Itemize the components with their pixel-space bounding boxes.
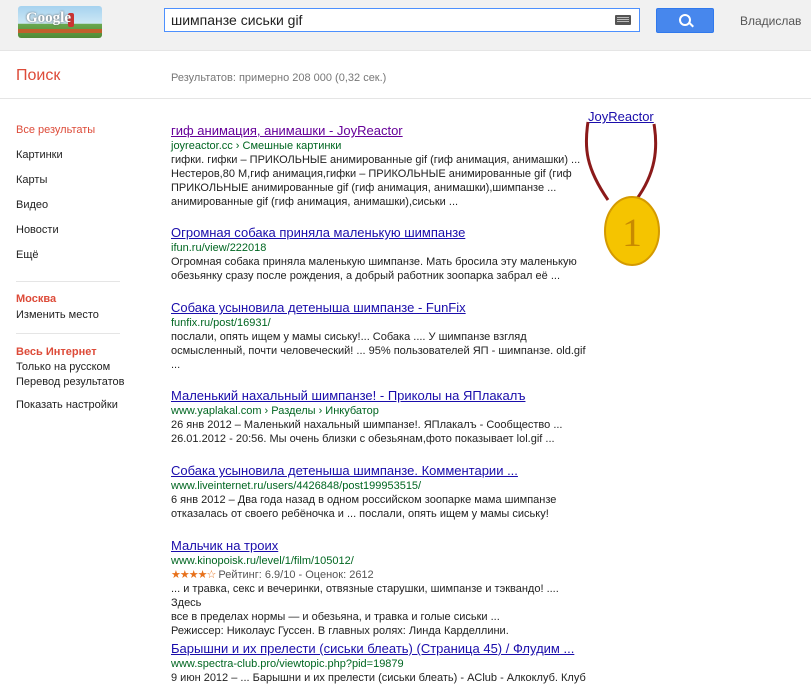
search-icon: [679, 14, 691, 26]
result-url[interactable]: www.liveinternet.ru/users/4426848/post19…: [171, 479, 591, 493]
result-snippet: 6 янв 2012 – Два года назад в одном росс…: [171, 493, 591, 521]
result-snippet: 9 июн 2012 – ... Барышни и их прелести (…: [171, 671, 591, 685]
keyboard-icon[interactable]: [615, 15, 631, 25]
nav-video[interactable]: Видео: [16, 199, 126, 224]
result-url[interactable]: joyreactor.cc › Смешные картинки: [171, 139, 591, 153]
nav-more[interactable]: Ещё: [16, 249, 126, 274]
search-result: гиф анимация, анимашки - JoyReactor joyr…: [171, 123, 591, 209]
result-title[interactable]: Маленький нахальный шимпанзе! - Приколы …: [171, 388, 591, 404]
search-result: Огромная собака приняла маленькую шимпан…: [171, 225, 591, 283]
nav-separator: [16, 281, 120, 282]
page-title: Поиск: [16, 67, 61, 84]
translated-results-link[interactable]: Перевод результатов: [16, 376, 124, 388]
snippet-line: Огромная собака приняла маленькую шимпан…: [171, 256, 577, 268]
search-box[interactable]: [164, 8, 640, 32]
result-snippet: послали, опять ищем у мамы сиську!... Со…: [171, 330, 591, 372]
snippet-line: обезьянку сразу после рождения, а добрый…: [171, 270, 560, 282]
snippet-line: Режиссер: Николаус Гуссен. В главных рол…: [171, 625, 509, 637]
search-result: Мальчик на троих www.kinopoisk.ru/level/…: [171, 538, 591, 638]
doodle-track: [18, 29, 102, 33]
result-title[interactable]: Собака усыновила детеныша шимпанзе - Fun…: [171, 300, 591, 316]
search-result: Собака усыновила детеныша шимпанзе - Fun…: [171, 300, 591, 372]
web-scope-title: Весь Интернет: [16, 346, 97, 358]
snippet-line: послали, опять ищем у мамы сиську!... Со…: [171, 331, 527, 343]
result-snippet: Огромная собака приняла маленькую шимпан…: [171, 255, 591, 283]
left-nav: Все результаты Картинки Карты Видео Ново…: [16, 124, 126, 411]
snippet-line: ПРИКОЛЬНЫЕ анимированные gif (гиф анимац…: [171, 182, 557, 194]
result-title[interactable]: Собака усыновила детеныша шимпанзе. Комм…: [171, 463, 591, 479]
ribbon-right: [634, 123, 658, 201]
result-title[interactable]: Мальчик на троих: [171, 538, 591, 554]
search-result: Собака усыновила детеныша шимпанзе. Комм…: [171, 463, 591, 521]
show-tools-link[interactable]: Показать настройки: [16, 399, 118, 411]
snippet-line: отказалась от своего ребёночка и ... пос…: [171, 508, 549, 520]
medal-number: 1: [622, 210, 642, 255]
nav-maps[interactable]: Карты: [16, 174, 126, 199]
top-bar: Google Владислав: [0, 0, 811, 51]
user-name[interactable]: Владислав: [740, 14, 801, 28]
search-input[interactable]: [171, 11, 611, 29]
rating-text: Рейтинг: 6.9/10 - Оценок: 2612: [218, 569, 374, 581]
nav-news[interactable]: Новости: [16, 224, 126, 249]
divider: [0, 98, 811, 99]
nav-images[interactable]: Картинки: [16, 149, 126, 174]
result-title[interactable]: Огромная собака приняла маленькую шимпан…: [171, 225, 591, 241]
snippet-line: 26.01.2012 - 20:56. Мы очень близки с об…: [171, 433, 555, 445]
snippet-line: ... и травка, секс и вечеринки, отвязные…: [171, 583, 559, 609]
result-snippet: 26 янв 2012 – Маленький нахальный шимпан…: [171, 418, 591, 446]
location-title: Москва: [16, 293, 57, 305]
rating-stars-icon: ★★★★☆: [171, 569, 216, 581]
search-button[interactable]: [656, 8, 714, 33]
ribbon-left: [584, 121, 610, 201]
search-result: Барышни и их прелести (сиськи блеать) (С…: [171, 641, 591, 685]
medal-icon: 1: [584, 121, 660, 266]
google-doodle-logo[interactable]: Google: [18, 6, 102, 38]
result-url[interactable]: funfix.ru/post/16931/: [171, 316, 591, 330]
snippet-line: 26 янв 2012 – Маленький нахальный шимпан…: [171, 419, 563, 431]
snippet-line: 9 июн 2012 – ... Барышни и их прелести (…: [171, 672, 586, 684]
result-url[interactable]: www.spectra-club.pro/viewtopic.php?pid=1…: [171, 657, 591, 671]
result-title[interactable]: гиф анимация, анимашки - JoyReactor: [171, 123, 591, 139]
result-snippet: гифки. гифки – ПРИКОЛЬНЫЕ анимированные …: [171, 153, 591, 209]
nav-all-results[interactable]: Все результаты: [16, 124, 126, 149]
rating-line: ★★★★☆ Рейтинг: 6.9/10 - Оценок: 2612: [171, 568, 591, 582]
result-title[interactable]: Барышни и их прелести (сиськи блеать) (С…: [171, 641, 591, 657]
snippet-line: анимированные gif (гиф анимация, анимашк…: [171, 196, 459, 208]
snippet-line: все в пределах нормы — и обезьяна, и тра…: [171, 611, 500, 623]
snippet-line: ...: [171, 359, 181, 371]
snippet-line: осмысленный, почти человеческий! ... 95%…: [171, 345, 586, 357]
search-result: Маленький нахальный шимпанзе! - Приколы …: [171, 388, 591, 446]
logo-text: Google: [26, 10, 71, 26]
snippet-line: Нестеров,80 M,гиф анимация,гифки – ПРИКО…: [171, 168, 572, 180]
snippet-line: гифки. гифки – ПРИКОЛЬНЫЕ анимированные …: [171, 154, 581, 166]
result-stats: Результатов: примерно 208 000 (0,32 сек.…: [171, 72, 387, 84]
result-url[interactable]: ifun.ru/view/222018: [171, 241, 591, 255]
result-url[interactable]: www.kinopoisk.ru/level/1/film/105012/: [171, 554, 591, 568]
change-location-link[interactable]: Изменить место: [16, 309, 99, 321]
result-url[interactable]: www.yaplakal.com › Разделы › Инкубатор: [171, 404, 591, 418]
result-snippet: ... и травка, секс и вечеринки, отвязные…: [171, 582, 591, 638]
nav-separator: [16, 333, 120, 334]
russian-only-link[interactable]: Только на русском: [16, 361, 110, 373]
snippet-line: 6 янв 2012 – Два года назад в одном росс…: [171, 494, 557, 506]
